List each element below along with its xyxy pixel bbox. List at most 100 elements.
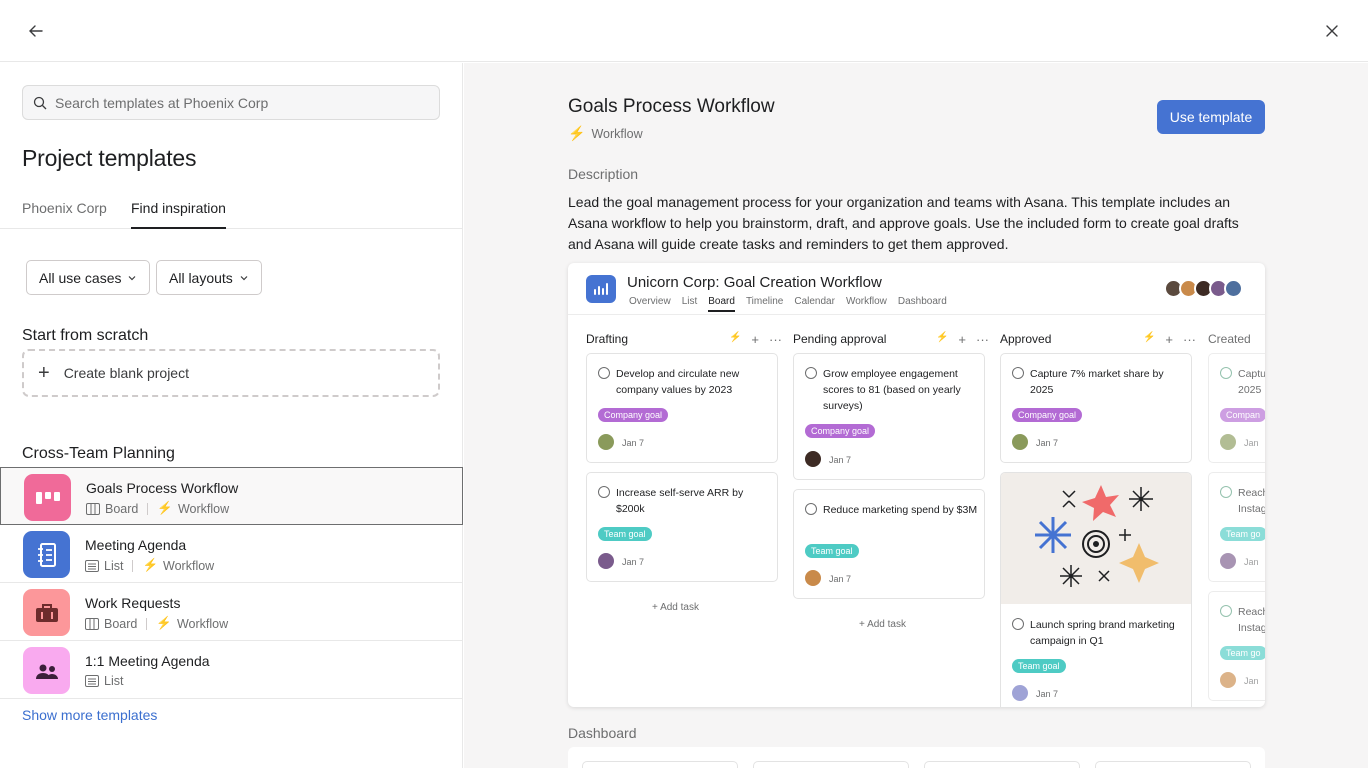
plus-icon: + — [1165, 331, 1173, 347]
tab-find-inspiration[interactable]: Find inspiration — [131, 200, 226, 229]
avatar — [805, 570, 821, 586]
show-more-templates-link[interactable]: Show more templates — [22, 707, 157, 723]
back-arrow-icon[interactable] — [24, 19, 48, 43]
more-icon: ··· — [769, 331, 782, 347]
avatar — [598, 434, 614, 450]
dashboard-label: Dashboard — [568, 725, 637, 741]
column-header: Approved ⚡ + ··· — [1000, 331, 1200, 347]
column-title: Created — [1208, 332, 1251, 346]
layouts-filter-label: All layouts — [169, 269, 233, 286]
dashboard-card — [924, 761, 1080, 768]
task-card-with-cover: Launch spring brand marketing campaign i… — [1000, 472, 1192, 707]
use-template-button[interactable]: Use template — [1157, 100, 1265, 134]
search-input[interactable] — [55, 94, 425, 111]
task-title: Reach Instag — [1238, 487, 1265, 515]
use-cases-filter[interactable]: All use cases — [26, 260, 151, 295]
avatar — [1012, 685, 1028, 701]
board-column-approved: Approved ⚡ + ··· Capture 7% market share b… — [1000, 315, 1200, 707]
lightning-icon: ⚡ — [157, 501, 173, 515]
template-meta: List — [85, 674, 123, 688]
template-work-requests[interactable]: Work Requests Board ⚡ Workflow — [0, 583, 463, 641]
plus-icon: + — [38, 362, 50, 384]
task-card: Increase self-serve ARR by $200k Team go… — [586, 472, 778, 582]
plus-icon: + — [751, 331, 759, 347]
board-layout-icon — [86, 502, 100, 515]
chevron-down-icon — [240, 275, 248, 280]
board-column-created: Created Captu 2025 Compan Jan Reach Inst… — [1208, 315, 1265, 707]
check-circle-icon — [1220, 486, 1232, 498]
template-1-1-meeting-agenda[interactable]: 1:1 Meeting Agenda List — [0, 641, 463, 699]
check-circle-icon — [1220, 367, 1232, 379]
template-name: Meeting Agenda — [85, 537, 187, 553]
start-from-scratch-heading: Start from scratch — [22, 327, 149, 344]
briefcase-icon — [23, 589, 70, 636]
template-preview: Unicorn Corp: Goal Creation Workflow Ove… — [568, 263, 1265, 707]
preview-tab-workflow: Workflow — [845, 296, 887, 307]
due-date: Jan 7 — [1036, 438, 1059, 448]
board-layout-icon — [85, 617, 99, 630]
dashboard-card — [753, 761, 909, 768]
people-icon — [23, 647, 70, 694]
preview-tab-dashboard: Dashboard — [897, 296, 947, 307]
avatar — [1220, 434, 1236, 450]
layouts-filter[interactable]: All layouts — [156, 260, 262, 295]
column-title: Drafting — [586, 332, 629, 346]
lightning-icon: ⚡ — [142, 558, 159, 572]
tab-phoenix-corp[interactable]: Phoenix Corp — [22, 200, 107, 227]
more-icon: ··· — [1183, 331, 1196, 347]
create-blank-project-button[interactable]: + Create blank project — [22, 349, 440, 397]
task-card: Capture 7% market share by 2025 Company … — [1000, 353, 1192, 463]
goal-tag: Team go — [1220, 646, 1265, 660]
column-header: Pending approval ⚡ + ··· — [793, 331, 993, 347]
lightning-icon: ⚡ — [1142, 331, 1156, 343]
template-layout: Board — [105, 501, 139, 516]
template-meta: Board ⚡ Workflow — [85, 616, 228, 631]
close-icon[interactable] — [1320, 19, 1344, 43]
create-blank-project-label: Create blank project — [63, 365, 189, 381]
lightning-icon: ⚡ — [728, 331, 742, 343]
task-card: Captu 2025 Compan Jan — [1208, 353, 1265, 463]
template-layout: List — [104, 674, 124, 688]
dashboard-card — [582, 761, 738, 768]
panel-title: Project templates — [22, 145, 197, 171]
check-circle-icon — [1220, 605, 1232, 617]
goal-tag: Team goal — [598, 527, 652, 541]
due-date: Jan 7 — [1036, 689, 1059, 699]
member-avatars — [1164, 279, 1243, 298]
preview-tab-calendar: Calendar — [794, 296, 835, 307]
avatar — [1012, 434, 1028, 450]
due-date: Jan — [1244, 438, 1259, 448]
template-goals-process-workflow[interactable]: Goals Process Workflow Board ⚡ Workflow — [0, 467, 463, 525]
lightning-icon: ⚡ — [156, 616, 172, 630]
check-circle-icon — [1012, 367, 1024, 379]
plus-icon: + — [958, 331, 966, 347]
cross-team-planning-heading: Cross-Team Planning — [22, 445, 175, 462]
preview-header: Unicorn Corp: Goal Creation Workflow Ove… — [568, 263, 1265, 315]
task-card: Reach Instag Team go Jan — [1208, 472, 1265, 582]
template-meeting-agenda[interactable]: Meeting Agenda List ⚡ Workflow — [0, 525, 463, 583]
use-cases-filter-label: All use cases — [39, 269, 122, 286]
goal-tag: Compan — [1220, 408, 1265, 422]
description-label: Description — [568, 166, 639, 182]
description-text: Lead the goal management process for you… — [568, 194, 1239, 252]
task-card: Reduce marketing spend by $3M Team goal … — [793, 489, 985, 599]
template-name: Work Requests — [85, 595, 181, 611]
search-box[interactable] — [22, 85, 440, 120]
due-date: Jan 7 — [622, 438, 645, 448]
template-workflow: Workflow — [177, 501, 230, 516]
goal-tag: Team goal — [805, 544, 859, 558]
board-column-pending-approval: Pending approval ⚡ + ··· Grow employee eng… — [793, 315, 993, 707]
more-icon: ··· — [976, 331, 989, 347]
preview-tabs: Overview List Board Timeline Calendar Wo… — [629, 296, 947, 312]
avatar — [1224, 279, 1243, 298]
preview-tab-board: Board — [708, 296, 735, 312]
template-type: ⚡ Workflow — [568, 125, 643, 142]
chevron-down-icon — [129, 275, 136, 280]
list-layout-icon — [85, 559, 99, 572]
template-type-label: Workflow — [591, 126, 643, 141]
template-layout: List — [104, 558, 124, 573]
template-name: Goals Process Workflow — [86, 480, 239, 496]
add-task-link: + Add task — [652, 602, 699, 613]
task-card: Grow employee engagement scores to 81 (b… — [793, 353, 985, 480]
task-card: Reach Instag Team go Jan — [1208, 591, 1265, 701]
